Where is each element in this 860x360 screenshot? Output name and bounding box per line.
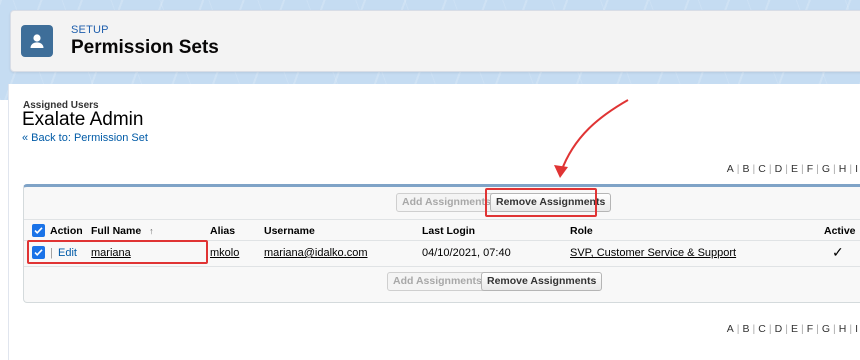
annotation-arrow	[554, 99, 629, 178]
